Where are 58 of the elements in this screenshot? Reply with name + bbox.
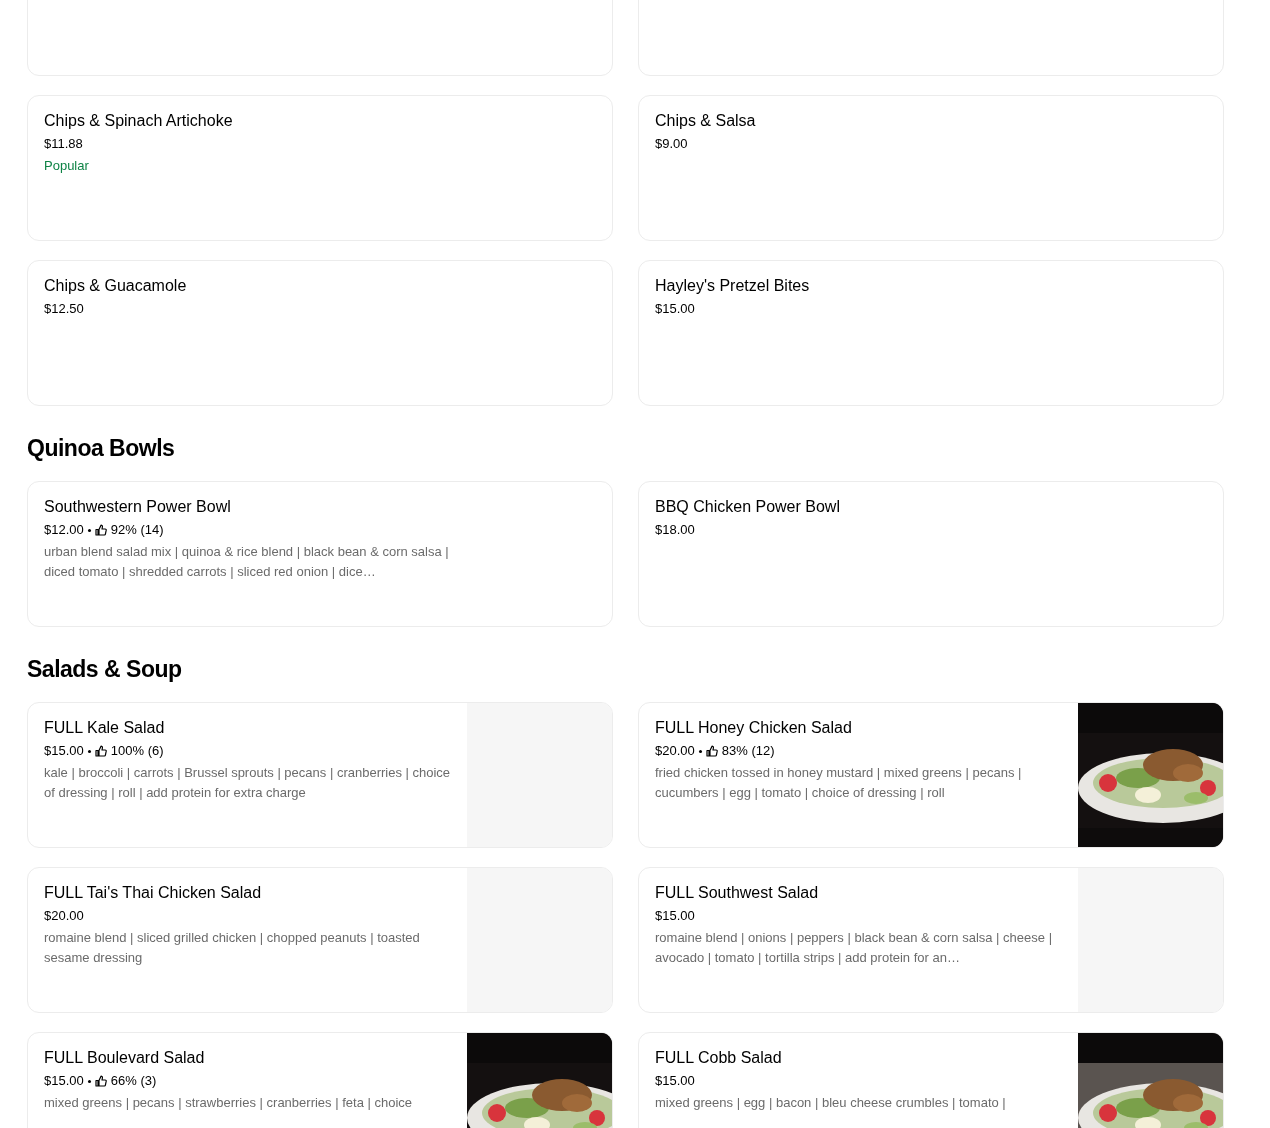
item-name: FULL Boulevard Salad: [44, 1048, 206, 1068]
item-rating: 100% (6): [110, 743, 164, 759]
item-name: FULL Honey Chicken Salad: [655, 718, 853, 738]
separator-dot: [698, 749, 702, 753]
item-name: FULL Kale Salad: [44, 718, 166, 738]
menu-item-card[interactable]: FULL Cobb Salad $15.00 mixed greens | egg | bacon | bleu cheese crumbles | tomato |: [638, 1032, 1224, 1128]
item-price: $11.88: [44, 136, 83, 152]
item-description: mixed greens | egg | bacon | bleu cheese crumbles | tomato |: [655, 1094, 1007, 1112]
item-price: $15.00: [655, 301, 695, 317]
item-price: $20.00: [44, 908, 84, 924]
item-name: FULL Cobb Salad: [655, 1048, 783, 1068]
item-rating: 66% (3): [110, 1073, 157, 1089]
item-price: $20.00: [655, 743, 695, 759]
item-price: $12.50: [44, 301, 84, 317]
thumbs-up-icon: [94, 524, 107, 536]
menu-item-card[interactable]: FULL Boulevard Salad $15.00 66% (3) mixed greens | pecans | strawberries | cranberries | feta | choice: [27, 1032, 613, 1128]
item-price: $12.00: [44, 522, 84, 538]
item-rating: 92% (14): [110, 522, 164, 538]
item-name: Chips & Guacamole: [44, 276, 188, 296]
separator-dot: [87, 749, 91, 753]
separator-dot: [87, 528, 91, 532]
item-name: Southwestern Power Bowl: [44, 497, 232, 517]
item-description: urban blend salad mix | quinoa & rice blend | black bean & corn salsa | diced tomato | shredded carrots | sliced red onion | dice…: [44, 543, 450, 581]
menu-item-card[interactable]: FULL Kale Salad $15.00 100% (6) kale | broccoli | carrots | Brussel sprouts | pecans | cranberries | choice of dressing | roll | add protein for extra charge: [27, 702, 613, 848]
thumbs-up-icon: [94, 1075, 107, 1087]
item-price: $15.00: [655, 908, 695, 924]
menu-item-card[interactable]: FULL Tai's Thai Chicken Salad $20.00 romaine blend | sliced grilled chicken | chopped peanuts | toasted sesame dressing: [27, 867, 613, 1013]
thumbs-up-icon: [94, 745, 107, 757]
item-price: $15.00: [655, 1073, 695, 1089]
item-description: fried chicken tossed in honey mustard | mixed greens | pecans | cucumbers | egg | tomato | choice of dressing | roll: [655, 764, 1023, 802]
section-heading: Salads & Soup: [27, 655, 183, 684]
menu-item-card[interactable]: FULL Honey Chicken Salad $20.00 83% (12) fried chicken tossed in honey mustard | mixed greens | pecans | cucumbers | egg | tomato | choice of dressing | roll: [638, 702, 1224, 848]
separator-dot: [87, 1079, 91, 1083]
item-name: FULL Southwest Salad: [655, 883, 820, 903]
thumbs-up-icon: [705, 745, 718, 757]
menu-item-card[interactable]: Hayley's Pretzel Bites $15.00: [638, 260, 1224, 406]
section-heading: Quinoa Bowls: [27, 434, 176, 463]
item-name: Hayley's Pretzel Bites: [655, 276, 811, 296]
menu-item-card[interactable]: Chips & Spinach Artichoke $11.88 Popular: [27, 95, 613, 241]
menu-item-card[interactable]: BBQ Chicken Power Bowl $18.00: [638, 481, 1224, 627]
item-price: $18.00: [655, 522, 695, 538]
menu-item-card[interactable]: Southwestern Power Bowl $12.00 92% (14) urban blend salad mix | quinoa & rice blend | black bean & corn salsa | diced tomato | shredded carrots | sliced red onion | dice…: [27, 481, 613, 627]
item-name: Chips & Salsa: [655, 111, 757, 131]
menu-item-card[interactable]: Chips & Guacamole $12.50: [27, 260, 613, 406]
item-description: mixed greens | pecans | strawberries | cranberries | feta | choice: [44, 1094, 414, 1112]
item-rating: 83% (12): [721, 743, 775, 759]
menu-item-card[interactable]: FULL Southwest Salad $15.00 romaine blend | onions | peppers | black bean & corn salsa | cheese | avocado | tomato | tortilla strips | add protein for an…: [638, 867, 1224, 1013]
item-name: FULL Tai's Thai Chicken Salad: [44, 883, 263, 903]
item-description: romaine blend | sliced grilled chicken | chopped peanuts | toasted sesame dressing: [44, 929, 421, 967]
menu-item-card[interactable]: Chips & Salsa $9.00: [638, 95, 1224, 241]
item-price: $9.00: [655, 136, 688, 152]
item-price: $15.00: [44, 743, 84, 759]
item-name: Chips & Spinach Artichoke: [44, 111, 234, 131]
item-name: BBQ Chicken Power Bowl: [655, 497, 841, 517]
item-description: kale | broccoli | carrots | Brussel sprouts | pecans | cranberries | choice of dressing | roll | add protein for extra charge: [44, 764, 451, 802]
item-price: $15.00: [44, 1073, 84, 1089]
popular-tag: Popular: [44, 158, 596, 173]
item-description: romaine blend | onions | peppers | black bean & corn salsa | cheese | avocado | tomato | tortilla strips | add protein for an…: [655, 929, 1053, 967]
